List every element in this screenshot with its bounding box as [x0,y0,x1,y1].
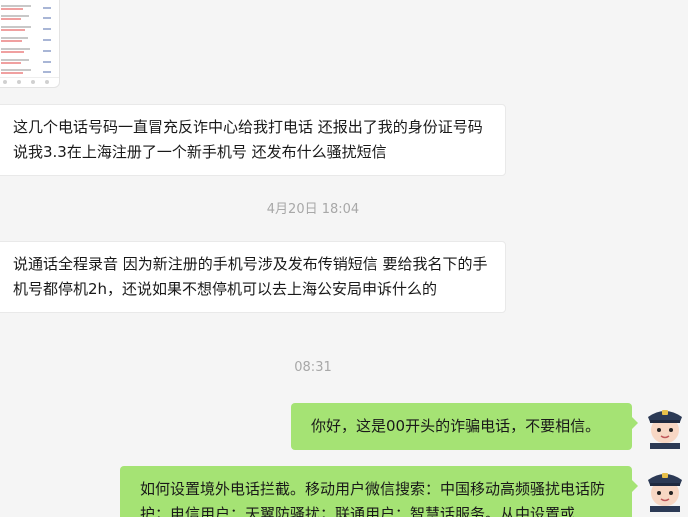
outgoing-message-bubble[interactable]: 你好，这是00开头的诈骗电话，不要相信。 [291,403,638,450]
police-officer-avatar-icon[interactable] [642,403,688,449]
incoming-message-bubble[interactable]: 说通话全程录音 因为新注册的手机号涉及发布传销短信 要给我名下的手机号都停机2h… [0,241,506,313]
call-log-screenshot-thumbnail[interactable] [0,0,60,88]
incoming-message-bubble[interactable]: 这几个电话号码一直冒充反诈中心给我打电话 还报出了我的身份证号码 说我3.3在上… [0,104,506,176]
timestamp: 08:31 [294,360,332,375]
outgoing-message-bubble[interactable]: 如何设置境外电话拦截。移动用户微信搜索：中国移动高频骚扰电话防护；电信用户：天翼… [120,466,638,517]
police-officer-avatar-icon[interactable] [642,466,688,512]
message-text: 你好，这是00开头的诈骗电话，不要相信。 [311,417,601,435]
message-text: 这几个电话号码一直冒充反诈中心给我打电话 还报出了我的身份证号码 说我3.3在上… [13,118,483,161]
message-text: 如何设置境外电话拦截。移动用户微信搜索：中国移动高频骚扰电话防护；电信用户：天翼… [140,480,606,517]
timestamp: 4月20日 18:04 [266,202,360,217]
message-text: 说通话全程录音 因为新注册的手机号涉及发布传销短信 要给我名下的手机号都停机2h… [13,255,488,298]
